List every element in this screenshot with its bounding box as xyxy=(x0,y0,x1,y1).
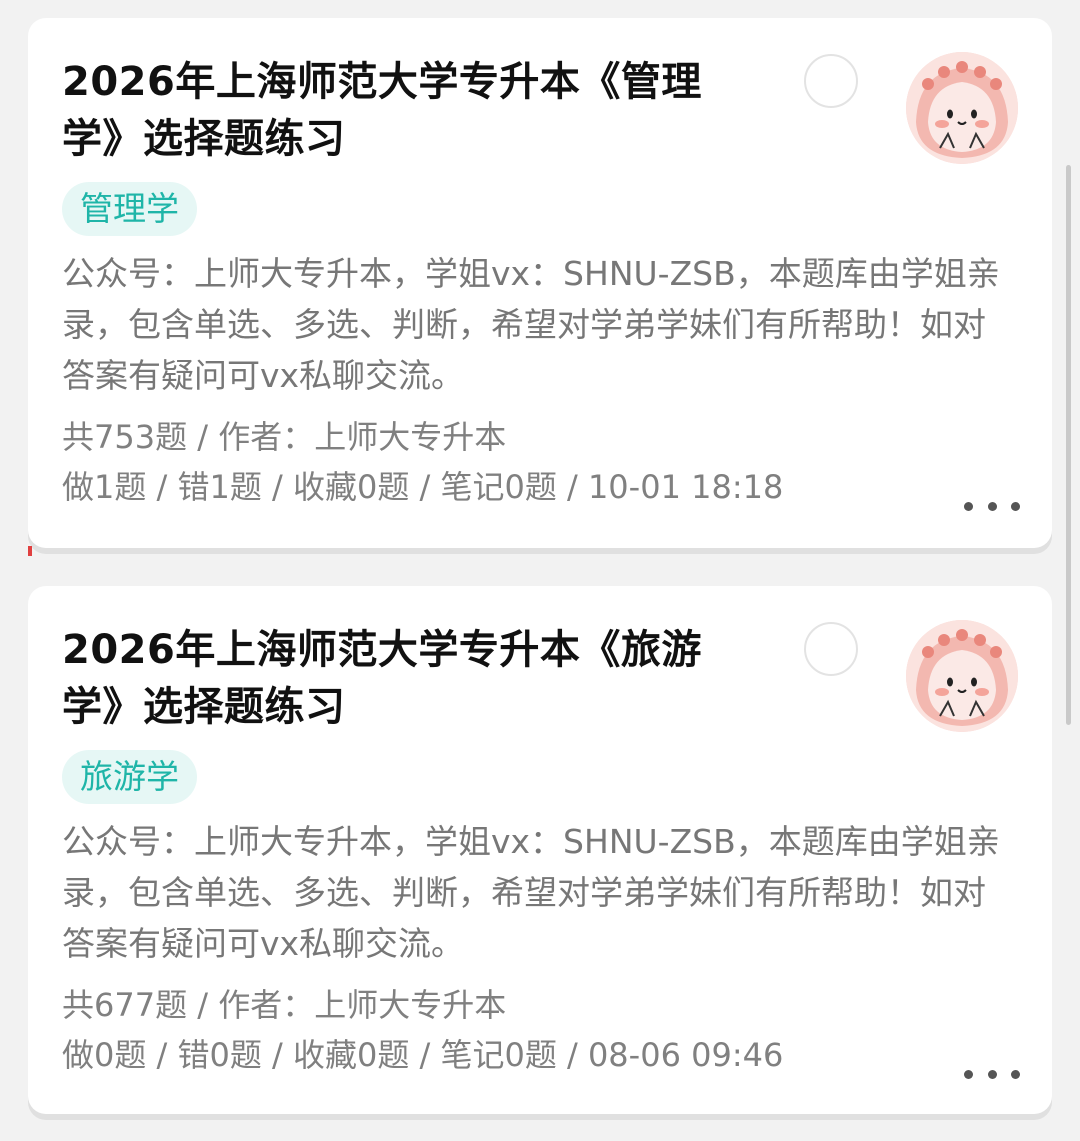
card-meta-stats: 做0题 / 错0题 / 收藏0题 / 笔记0题 / 08-06 09:46 xyxy=(62,1036,784,1074)
card-meta-count-author: 共753题 / 作者：上师大专升本 xyxy=(62,418,507,456)
card-meta-count-author: 共677题 / 作者：上师大专升本 xyxy=(62,986,507,1024)
select-checkbox[interactable] xyxy=(804,622,858,676)
card-description: 公众号：上师大专升本，学姐vx：SHNU-ZSB，本题库由学姐亲录，包含单选、多… xyxy=(62,254,1000,395)
red-marker xyxy=(28,546,32,556)
question-bank-card[interactable]: 2026年上海师范大学专升本《管理学》选择题练习 管理学 公众号：上师大专升本，… xyxy=(28,18,1052,548)
dot xyxy=(987,1069,997,1079)
more-dots-icon[interactable] xyxy=(964,496,1020,516)
dot xyxy=(1011,1069,1020,1079)
card-title[interactable]: 2026年上海师范大学专升本《旅游学》选择题练习 xyxy=(62,622,722,736)
pink-blob-avatar-icon xyxy=(906,52,1018,164)
dot xyxy=(964,1069,973,1079)
card-meta-stats: 做1题 / 错1题 / 收藏0题 / 笔记0题 / 10-01 18:18 xyxy=(62,468,784,506)
category-tag[interactable]: 旅游学 xyxy=(62,750,197,804)
dot xyxy=(964,501,973,511)
select-checkbox[interactable] xyxy=(804,54,858,108)
more-dots-icon[interactable] xyxy=(964,1064,1020,1084)
question-bank-card[interactable]: 2026年上海师范大学专升本《旅游学》选择题练习 旅游学 公众号：上师大专升本，… xyxy=(28,586,1052,1114)
card-description: 公众号：上师大专升本，学姐vx：SHNU-ZSB，本题库由学姐亲录，包含单选、多… xyxy=(62,822,1000,963)
card-title[interactable]: 2026年上海师范大学专升本《管理学》选择题练习 xyxy=(62,54,722,168)
scrollbar[interactable] xyxy=(1066,165,1071,725)
dot xyxy=(987,501,997,511)
pink-blob-avatar-icon xyxy=(906,620,1018,732)
category-tag[interactable]: 管理学 xyxy=(62,182,197,236)
dot xyxy=(1011,501,1020,511)
